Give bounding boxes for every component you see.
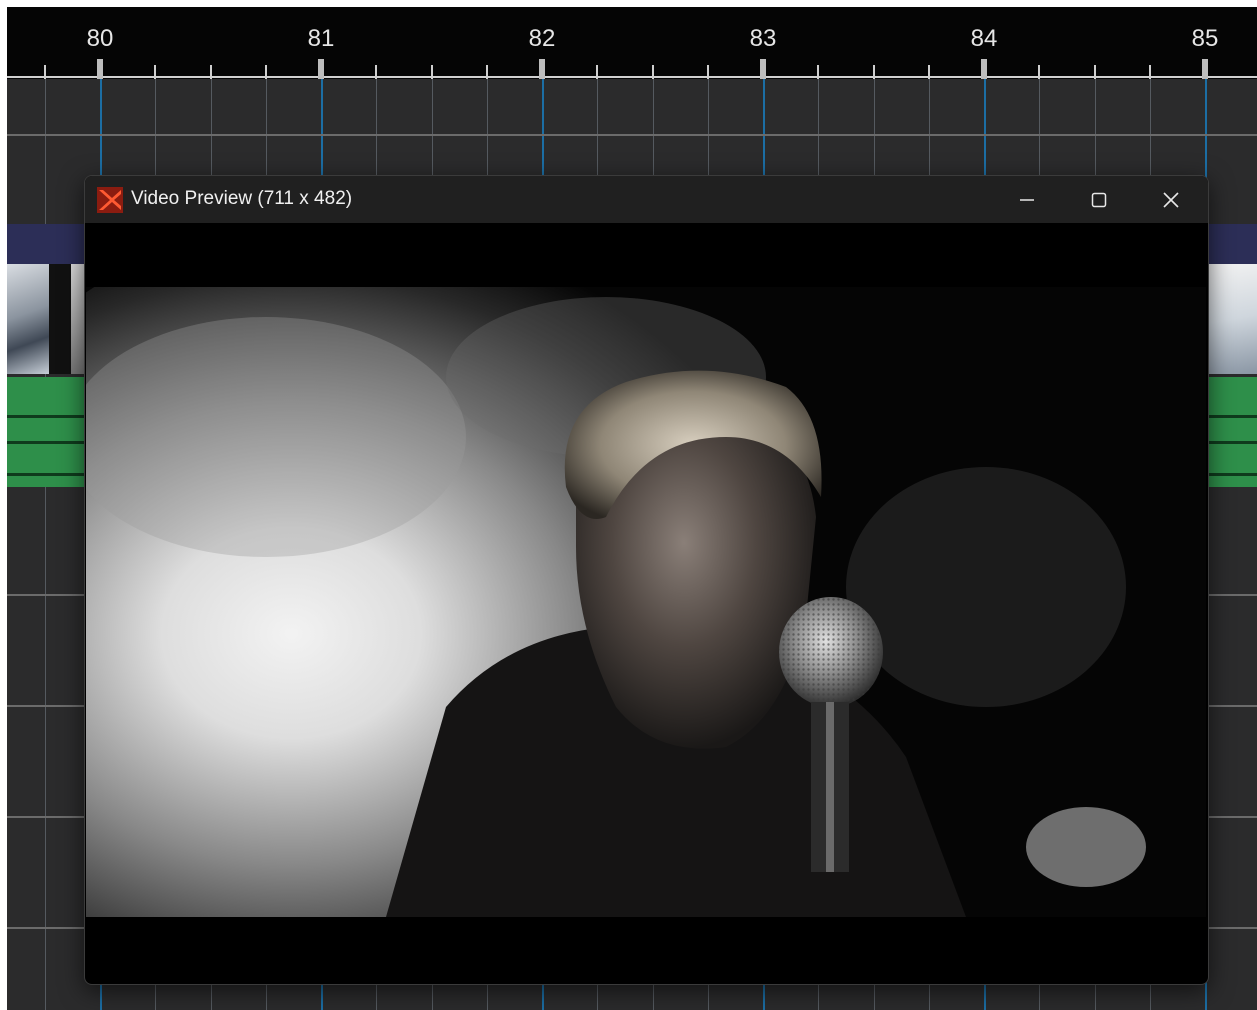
maximize-button[interactable]: [1063, 176, 1135, 223]
ruler-minor-tick: [927, 65, 930, 79]
audio-clip[interactable]: [7, 377, 87, 487]
ruler-minor-tick: [264, 65, 267, 79]
video-still-image: [86, 287, 1206, 917]
video-clip-thumbnail[interactable]: [71, 264, 85, 374]
minimize-icon: [1020, 198, 1034, 201]
audio-waveform: [7, 415, 87, 418]
close-icon: [1163, 191, 1179, 208]
ruler-major-tick: [1202, 59, 1208, 79]
audio-waveform: [1207, 415, 1257, 418]
ruler-minor-tick: [872, 65, 875, 79]
ruler-major-tick: [760, 59, 766, 79]
ruler-label-84: 84: [970, 25, 998, 52]
video-clip-thumbnail[interactable]: [7, 264, 49, 374]
minimize-button[interactable]: [991, 176, 1063, 223]
ruler-minor-tick: [596, 65, 599, 79]
time-ruler[interactable]: 80 81 82 83 84 85: [7, 7, 1257, 79]
ruler-minor-tick: [430, 65, 433, 79]
window-title: Video Preview (711 x 482): [131, 188, 353, 209]
ruler-minor-tick: [154, 65, 157, 79]
grid-line-minor: [45, 79, 46, 1010]
ruler-baseline: [7, 76, 1257, 78]
ruler-major-tick: [318, 59, 324, 79]
ruler-label-85: 85: [1191, 25, 1219, 52]
ruler-major-tick: [97, 59, 103, 79]
ruler-label-82: 82: [528, 25, 556, 52]
timeline-canvas: 80 81 82 83 84 85 Video Preview (711 x 4…: [7, 7, 1257, 1010]
ruler-minor-tick: [651, 65, 654, 79]
ruler-minor-tick: [706, 65, 709, 79]
app-logo-icon: [97, 187, 123, 213]
maximize-icon: [1091, 192, 1107, 207]
ruler-label-81: 81: [307, 25, 335, 52]
ruler-minor-tick: [485, 65, 488, 79]
video-clip-thumbnail[interactable]: [1207, 264, 1257, 374]
ruler-label-80: 80: [86, 25, 114, 52]
ruler-minor-tick: [375, 65, 378, 79]
track-divider: [7, 134, 1257, 136]
audio-waveform: [1207, 441, 1257, 444]
audio-waveform: [7, 473, 87, 476]
close-button[interactable]: [1135, 176, 1207, 223]
ruler-minor-tick: [209, 65, 212, 79]
ruler-minor-tick: [1148, 65, 1151, 79]
audio-clip[interactable]: [1207, 377, 1257, 487]
audio-waveform: [1207, 473, 1257, 476]
ruler-minor-tick: [43, 65, 46, 79]
ruler-minor-tick: [817, 65, 820, 79]
ruler-minor-tick: [1038, 65, 1041, 79]
ruler-label-83: 83: [749, 25, 777, 52]
video-preview-window[interactable]: Video Preview (711 x 482): [84, 175, 1209, 985]
ruler-major-tick: [981, 59, 987, 79]
video-clip-thumbnail[interactable]: [49, 264, 71, 374]
ruler-major-tick: [539, 59, 545, 79]
audio-waveform: [7, 441, 87, 444]
window-title-bar[interactable]: Video Preview (711 x 482): [85, 176, 1208, 223]
video-frame: [86, 287, 1206, 917]
ruler-minor-tick: [1093, 65, 1096, 79]
